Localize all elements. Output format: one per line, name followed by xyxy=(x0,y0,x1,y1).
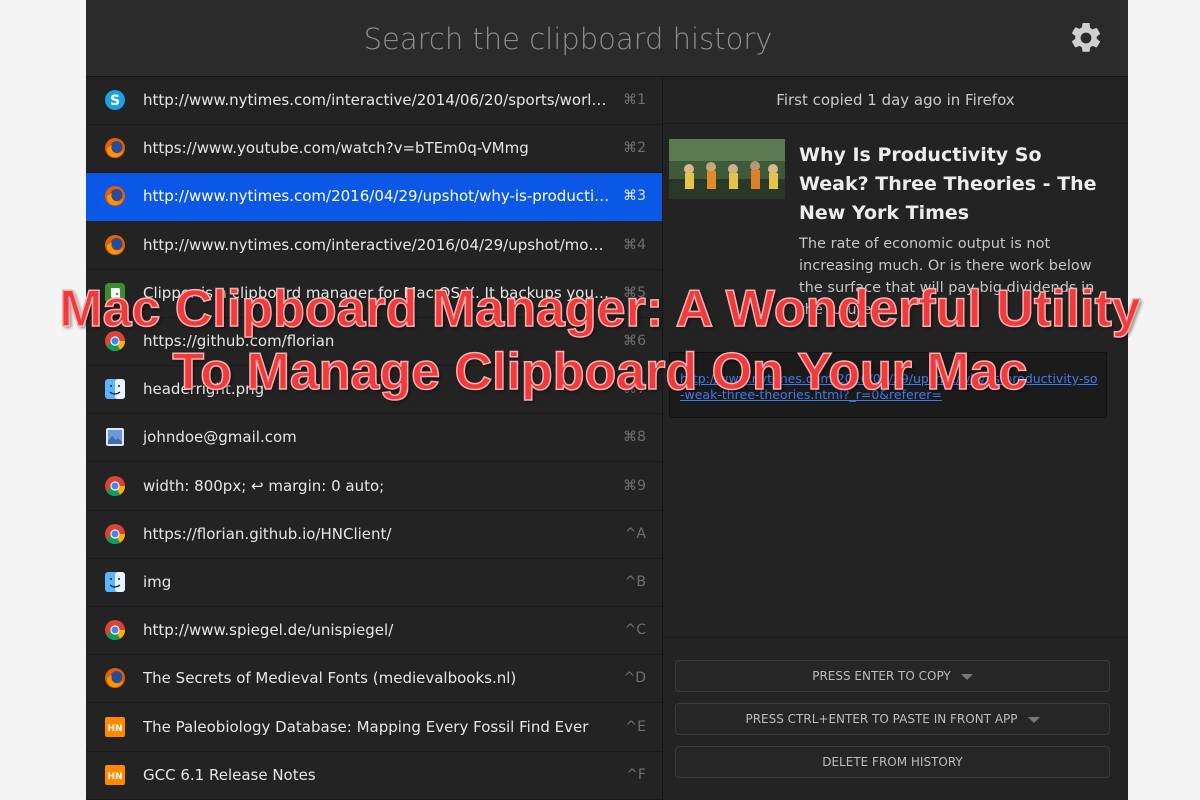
skype-icon: S xyxy=(104,89,126,111)
shortcut-key: ^F xyxy=(626,766,646,783)
gear-icon[interactable] xyxy=(1068,20,1104,56)
list-item-text: johndoe@gmail.com xyxy=(143,428,297,447)
list-item-text: img xyxy=(143,573,172,591)
shortcut-key: ^E xyxy=(625,718,646,735)
finder-icon xyxy=(104,378,126,400)
list-item-text: headerright.png xyxy=(143,380,265,399)
delete-button-label: DELETE FROM HISTORY xyxy=(822,755,963,769)
list-item-text: http://www.nytimes.com/interactive/2016/… xyxy=(143,235,604,254)
list-item[interactable]: HN GCC 6.1 Release Notes ^F xyxy=(86,752,662,800)
list-item[interactable]: Shttp://www.nytimes.com/interactive/2014… xyxy=(86,77,662,125)
shortcut-key: ⌘4 xyxy=(623,236,646,253)
copy-button-label: PRESS ENTER TO COPY xyxy=(812,669,951,683)
chrome-icon xyxy=(104,475,126,497)
detail-panel: First copied 1 day ago in Firefox Why Is… xyxy=(663,77,1128,800)
list-item[interactable]: https://www.youtube.com/watch?v=bTEm0q-V… xyxy=(86,125,662,174)
shortcut-key: ⌘6 xyxy=(623,333,646,349)
shortcut-key: ⌘5 xyxy=(623,284,646,301)
list-item-text: width: 800px; ↩ margin: 0 auto; xyxy=(143,476,385,495)
list-item[interactable]: https://github.com/florian ⌘6 xyxy=(86,318,662,366)
preview-url-link[interactable]: http://www.nytimes.com/2016/04/29/upshot… xyxy=(680,371,1098,403)
list-item-text: https://github.com/florian xyxy=(143,332,335,350)
list-item-text: GCC 6.1 Release Notes xyxy=(143,765,316,784)
shortcut-key: ⌘3 xyxy=(623,188,646,205)
list-item-text: http://www.spiegel.de/unispiegel/ xyxy=(143,621,394,640)
finder-icon xyxy=(104,571,126,593)
clipboard-history-list: Shttp://www.nytimes.com/interactive/2014… xyxy=(86,77,663,800)
hn-icon: HN xyxy=(104,764,126,786)
chevron-down-icon[interactable] xyxy=(960,673,973,680)
list-item[interactable]: https://florian.github.io/HNClient/ ^A xyxy=(86,511,662,559)
list-item[interactable]: width: 800px; ↩ margin: 0 auto; ⌘9 xyxy=(86,463,662,511)
shortcut-key: ^A xyxy=(624,525,646,542)
shortcut-key: ^D xyxy=(623,670,646,687)
shortcut-key: ^B xyxy=(624,574,646,590)
list-item-text: https://florian.github.io/HNClient/ xyxy=(143,524,392,543)
list-item-text: The Paleobiology Database: Mapping Every… xyxy=(143,717,589,736)
list-item-text: http://www.nytimes.com/interactive/2014/… xyxy=(143,91,607,109)
list-item[interactable]: http://www.spiegel.de/unispiegel/ ^C xyxy=(86,607,662,656)
list-item[interactable]: headerright.png ⌘7 xyxy=(86,366,662,415)
shortcut-key: ⌘1 xyxy=(623,92,646,108)
hn-icon: HN xyxy=(104,716,126,738)
list-item[interactable]: johndoe@gmail.com ⌘8 xyxy=(86,414,662,463)
list-item[interactable]: Clipper is a clipboard manager for Mac O… xyxy=(86,270,662,318)
list-item[interactable]: The Secrets of Medieval Fonts (medievalb… xyxy=(86,655,662,704)
preview-title: Why Is Productivity So Weak? Three Theor… xyxy=(799,144,1097,224)
paste-button-label: PRESS CTRL+ENTER TO PASTE IN FRONT APP xyxy=(745,712,1018,726)
chrome-icon xyxy=(104,619,126,641)
shortcut-key: ⌘7 xyxy=(623,381,646,398)
paste-button[interactable]: PRESS CTRL+ENTER TO PASTE IN FRONT APP xyxy=(675,703,1110,735)
list-item-text: https://www.youtube.com/watch?v=bTEm0q-V… xyxy=(143,139,529,158)
firefox-icon xyxy=(104,185,126,207)
search-input[interactable] xyxy=(86,14,1050,64)
shortcut-key: ^C xyxy=(624,622,646,639)
search-bar xyxy=(86,0,1128,77)
chrome-icon xyxy=(104,330,126,352)
shortcut-key: ⌘2 xyxy=(623,140,646,157)
svg-text:HN: HN xyxy=(107,724,122,734)
firefox-icon xyxy=(104,667,126,689)
copied-info: First copied 1 day ago in Firefox xyxy=(663,77,1128,124)
list-item[interactable]: http://www.nytimes.com/interactive/2016/… xyxy=(86,222,662,270)
firefox-icon xyxy=(104,234,126,256)
list-item-text: Clipper is a clipboard manager for Mac O… xyxy=(143,283,613,302)
list-item-text: The Secrets of Medieval Fonts (medievalb… xyxy=(143,669,517,688)
chrome-icon xyxy=(104,523,126,545)
svg-text:HN: HN xyxy=(107,772,122,782)
list-item-text: http://www.nytimes.com/2016/04/29/upshot… xyxy=(143,187,610,206)
link-preview-card: Why Is Productivity So Weak? Three Theor… xyxy=(669,139,1109,339)
chevron-down-icon[interactable] xyxy=(1027,716,1040,723)
list-item[interactable]: http://www.nytimes.com/2016/04/29/upshot… xyxy=(86,173,662,222)
delete-button[interactable]: DELETE FROM HISTORY xyxy=(675,746,1110,778)
shortcut-key: ⌘9 xyxy=(623,477,646,494)
clipboard-manager-window: Shttp://www.nytimes.com/interactive/2014… xyxy=(86,0,1128,800)
preview-description: The rate of economic output is not incre… xyxy=(799,236,1095,318)
svg-text:S: S xyxy=(110,93,120,109)
preview-thumbnail xyxy=(669,139,785,199)
list-item[interactable]: HN The Paleobiology Database: Mapping Eve… xyxy=(86,704,662,752)
shortcut-key: ⌘8 xyxy=(623,429,646,446)
copy-button[interactable]: PRESS ENTER TO COPY xyxy=(675,660,1110,692)
url-box: http://www.nytimes.com/2016/04/29/upshot… xyxy=(669,352,1107,418)
firefox-icon xyxy=(104,137,126,159)
list-item[interactable]: img ^B xyxy=(86,559,662,607)
preview-icon xyxy=(104,426,126,448)
action-panel: PRESS ENTER TO COPY PRESS CTRL+ENTER TO … xyxy=(663,637,1128,800)
evernote-icon xyxy=(104,282,126,304)
